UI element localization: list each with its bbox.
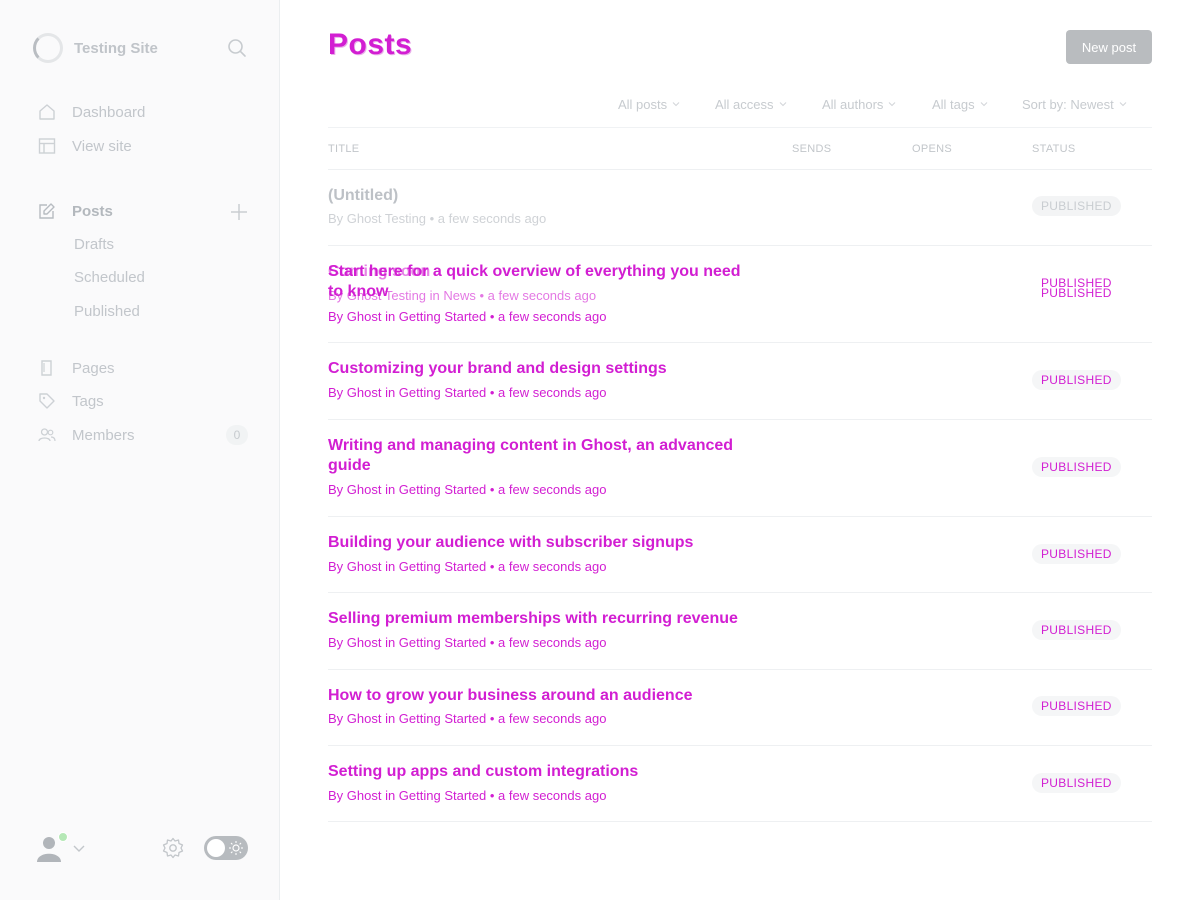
post-title: How to grow your business around an audi… [328, 687, 693, 704]
post-meta: By Ghost in Getting Started • a few seco… [328, 635, 607, 650]
sidebar-item-label: Dashboard [72, 103, 146, 121]
post-meta: By Ghost in Getting Started • a few seco… [328, 711, 607, 726]
filter-tags-dropdown[interactable]: All tags [932, 96, 988, 112]
chevron-down-icon [72, 841, 86, 855]
chevron-down-icon [889, 102, 896, 107]
column-header-opens: OPENS [912, 143, 953, 155]
sidebar-item-scheduled[interactable]: Scheduled [74, 268, 145, 288]
post-title: (Untitled) [328, 187, 399, 204]
post-title: Selling premium memberships with recurri… [328, 610, 738, 627]
home-icon [38, 103, 56, 121]
filter-authors-dropdown[interactable]: All authors [822, 96, 896, 112]
status-badge: PUBLISHED [1032, 457, 1121, 477]
site-name: Testing Site [74, 39, 158, 57]
sun-icon [228, 840, 244, 856]
sort-order-dropdown[interactable]: Sort by: Newest [1022, 96, 1127, 112]
post-title: Writing and managing content in Ghost, a… [328, 437, 734, 474]
divider [328, 821, 1152, 822]
sidebar-item-label: Tags [72, 392, 104, 410]
post-title: Building your audience with subscriber s… [328, 534, 694, 551]
theme-toggle[interactable] [204, 836, 248, 860]
status-badge: PUBLISHED [1041, 286, 1112, 300]
new-post-button[interactable]: New post [1066, 30, 1152, 64]
filter-label: All posts [618, 96, 668, 112]
user-menu[interactable] [34, 832, 86, 864]
filter-type-dropdown[interactable]: All posts [618, 96, 680, 112]
divider [328, 127, 1152, 128]
post-title: Setting up apps and custom integrations [328, 763, 639, 780]
divider [328, 745, 1152, 746]
sidebar-item-pages[interactable]: Pages [38, 357, 115, 379]
gear-icon[interactable] [162, 837, 184, 859]
members-icon [38, 426, 56, 444]
sidebar-item-posts[interactable]: Posts [38, 200, 113, 222]
members-count-badge: 0 [226, 425, 248, 445]
sidebar-item-label: Members [72, 426, 135, 444]
divider [328, 516, 1152, 517]
post-meta: By Ghost Testing • a few seconds ago [328, 211, 547, 226]
site-logo-icon [33, 33, 63, 63]
sidebar-item-dashboard[interactable]: Dashboard [38, 101, 145, 123]
divider [328, 669, 1152, 670]
status-badge: PUBLISHED [1032, 196, 1121, 216]
status-badge: PUBLISHED [1032, 696, 1121, 716]
chevron-down-icon [1119, 102, 1127, 107]
status-badge: PUBLISHED [1032, 620, 1121, 640]
filter-label: All access [715, 96, 774, 112]
sidebar-item-label: View site [72, 137, 132, 155]
column-header-status: STATUS [1032, 143, 1076, 155]
sidebar-item-published[interactable]: Published [74, 302, 140, 322]
sidebar-item-members[interactable]: Members [38, 424, 135, 446]
site-brand[interactable]: Testing Site [33, 33, 158, 63]
chevron-down-icon [779, 102, 786, 107]
sidebar-item-label: Pages [72, 359, 115, 377]
post-meta: By Ghost in Getting Started • a few seco… [328, 482, 607, 497]
chevron-down-icon [980, 102, 988, 107]
sidebar-item-label: Posts [72, 202, 113, 220]
avatar [34, 832, 68, 864]
sidebar-item-view-site[interactable]: View site [38, 135, 132, 157]
post-meta: By Ghost in Getting Started • a few seco… [328, 385, 607, 400]
page-title: Posts [328, 28, 413, 61]
column-header-title: TITLE [328, 143, 360, 155]
online-status-dot [58, 832, 68, 842]
status-badge: PUBLISHED [1032, 370, 1121, 390]
column-header-sends: SENDS [792, 143, 832, 155]
edit-icon [38, 202, 56, 220]
add-post-icon[interactable] [229, 202, 249, 222]
tag-icon [38, 392, 56, 410]
status-badge: PUBLISHED [1032, 773, 1121, 793]
filter-access-dropdown[interactable]: All access [715, 96, 787, 112]
search-icon[interactable] [226, 37, 248, 59]
divider [328, 592, 1152, 593]
sidebar-item-tags[interactable]: Tags [38, 390, 104, 412]
post-title: Start here for a quick overview of every… [328, 263, 741, 300]
sidebar: Testing Site Dashboard View site Posts D… [0, 0, 280, 900]
chevron-down-icon [672, 102, 680, 107]
sidebar-item-drafts[interactable]: Drafts [74, 235, 114, 255]
post-meta: By Ghost in Getting Started • a few seco… [328, 309, 607, 324]
layout-icon [38, 137, 56, 155]
divider [328, 245, 1152, 246]
divider [328, 169, 1152, 170]
divider [328, 419, 1152, 420]
toggle-knob [207, 839, 225, 857]
divider [328, 342, 1152, 343]
status-badge: PUBLISHED [1032, 544, 1121, 564]
page-icon [38, 359, 56, 377]
post-meta: By Ghost in Getting Started • a few seco… [328, 559, 607, 574]
filter-label: All authors [822, 96, 884, 112]
filter-label: Sort by: Newest [1022, 96, 1114, 112]
post-meta: By Ghost in Getting Started • a few seco… [328, 788, 607, 803]
post-title: Customizing your brand and design settin… [328, 360, 667, 377]
filter-label: All tags [932, 96, 975, 112]
